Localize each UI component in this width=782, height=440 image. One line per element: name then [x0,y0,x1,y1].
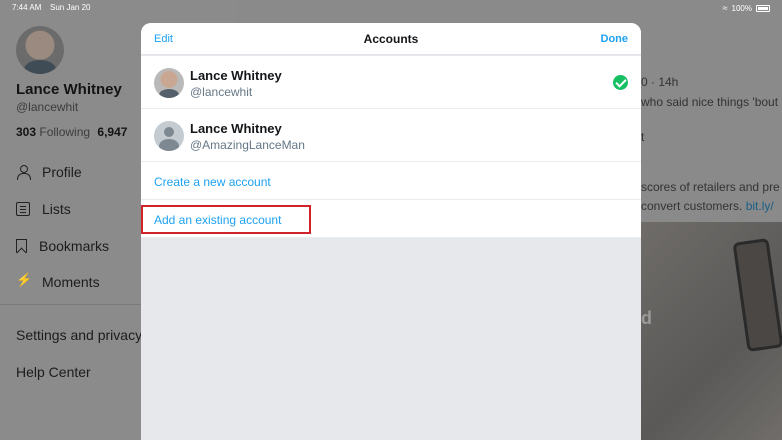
sidebar-item-label: Moments [42,274,100,290]
modal-title: Accounts [363,32,419,46]
default-avatar-icon [154,121,184,151]
status-bar: 7:44 AM Sun Jan 20 ≈ 100% [0,0,782,16]
create-account-row[interactable]: Create a new account [141,162,641,200]
checkmark-icon [613,75,628,90]
sidebar-item-label: Lists [42,201,71,217]
tweet-text-line: scores of retailers and pre [641,180,780,194]
create-account-button[interactable]: Create a new account [154,175,271,189]
done-button[interactable]: Done [601,33,629,45]
battery-percent: 100% [731,3,752,13]
follow-stats[interactable]: 303 Following 6,947 [16,125,127,139]
sidebar-item-profile[interactable]: Profile [16,164,82,180]
battery-icon [756,4,770,12]
sidebar-item-label: Bookmarks [39,238,110,254]
account-handle: @AmazingLanceMan [190,138,305,152]
tweet-time: 0 · 14h [641,75,679,89]
highlight-annotation [141,205,311,234]
account-row-amazinglanceman[interactable]: Lance Whitney @AmazingLanceMan [141,109,641,162]
help-center-link[interactable]: Help Center [16,364,91,380]
account-row-lancewhit[interactable]: Lance Whitney @lancewhit [141,56,641,109]
account-handle: @lancewhit [190,85,253,99]
tweet-action: t [641,130,645,144]
image-overlay-text: d [641,308,652,328]
status-right: ≈ 100% [723,3,770,13]
modal-header: Edit Accounts Done [141,23,641,55]
avatar[interactable] [16,26,64,74]
profile-icon [16,165,31,180]
sidebar-item-label: Profile [42,164,82,180]
sidebar-item-bookmarks[interactable]: Bookmarks [16,238,109,254]
avatar [154,68,184,98]
sidebar-item-moments[interactable]: Moments [16,272,100,290]
status-date: Sun Jan 20 [50,3,91,12]
tweet-text-line: convert customers. bit.ly/ [641,199,774,213]
lists-icon [16,202,30,216]
profile-name: Lance Whitney [16,81,122,98]
status-time: 7:44 AM [12,3,42,12]
tweet-text-fragment: convert customers. [641,199,743,213]
following-count: 303 [16,125,37,139]
account-name: Lance Whitney [190,121,282,136]
wifi-icon: ≈ [722,3,728,13]
moments-icon [16,272,32,289]
settings-link[interactable]: Settings and privacy [16,327,142,343]
tweet-link[interactable]: bit.ly/ [746,199,774,213]
followers-count: 6,947 [97,125,128,139]
bookmark-icon [16,239,27,253]
tweet-text-line: who said nice things 'bout O [641,95,782,109]
sidebar-item-lists[interactable]: Lists [16,201,71,217]
following-label: Following [39,125,91,139]
profile-handle: @lancewhit [16,100,79,114]
account-name: Lance Whitney [190,68,282,83]
